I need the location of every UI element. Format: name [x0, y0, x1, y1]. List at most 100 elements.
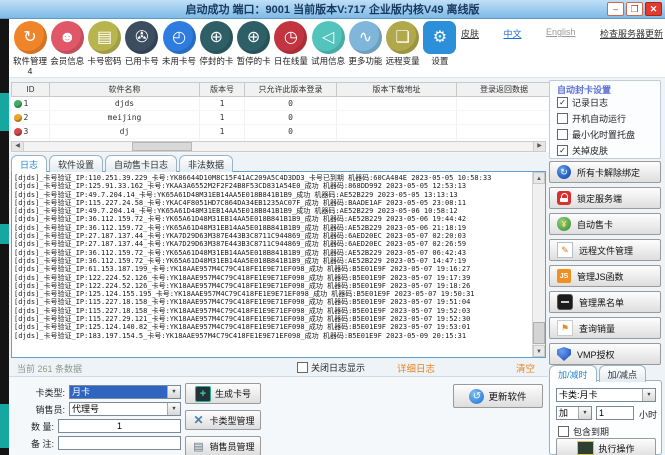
log-panel[interactable]: [djds]_卡号验证_IP:110.251.39.229_卡号:YK86644…	[11, 171, 546, 358]
scroll-up-icon[interactable]: ▲	[533, 172, 545, 184]
detail-log-link[interactable]: 详细日志	[397, 361, 435, 375]
toolbar-button-card-password[interactable]: ▤ 卡号密码	[87, 21, 123, 75]
remote-file-manage-button[interactable]: ✎ 远程文件管理	[549, 239, 661, 261]
col-version[interactable]: 版本号	[200, 83, 245, 97]
edge-accent	[0, 224, 9, 244]
table-row[interactable]: 2 meijing 1 0	[12, 111, 552, 125]
scrollbar-thumb[interactable]	[533, 322, 545, 344]
scroll-left-icon[interactable]: ◀	[12, 142, 24, 151]
table-row[interactable]: 3 dj 1 0	[12, 125, 552, 139]
checkbox-icon[interactable]	[297, 362, 308, 373]
button-label: 自动售卡	[577, 218, 613, 231]
checkbox-record-log[interactable]: ✓ 记录日志	[557, 96, 608, 109]
clear-log-link[interactable]: 清空	[516, 361, 535, 375]
remark-input[interactable]	[58, 436, 181, 450]
toolbar-button-remote-variables[interactable]: ❏ 远程变量	[385, 21, 421, 75]
chinese-link[interactable]: 中文	[503, 27, 521, 40]
table-row[interactable]: 1 djds 1 0	[12, 97, 552, 111]
scroll-right-icon[interactable]: ▶	[533, 142, 545, 151]
clock-icon: ◷	[274, 21, 307, 54]
scrollbar-thumb[interactable]	[132, 142, 192, 151]
toolbar-button-daily-online[interactable]: ◷ 日在线量	[273, 21, 309, 75]
group-title: 自动封卡设置	[557, 83, 611, 96]
table-horizontal-scrollbar[interactable]: ◀ ▶	[11, 141, 546, 152]
log-vertical-scrollbar[interactable]: ▲ ▼	[532, 172, 545, 357]
col-name[interactable]: 软件名称	[50, 83, 200, 97]
toolbar-button-member-info[interactable]: ☻ 会员信息	[49, 21, 85, 75]
button-label: 远程文件管理	[579, 244, 633, 257]
tab-illegal-data[interactable]: 非法数据	[179, 155, 233, 172]
adjust-card-type-select[interactable]: 卡类:月卡 ▼	[556, 388, 656, 402]
salesman-select[interactable]: 代理号 ▼	[69, 402, 181, 416]
tab-add-subtract-points[interactable]: 加/减点	[599, 365, 647, 382]
query-sales-button[interactable]: ⚑ 查询销量	[549, 317, 661, 339]
col-login-return[interactable]: 登录返回数据	[457, 83, 552, 97]
toolbar-badge: 4	[28, 67, 33, 75]
chevron-down-icon[interactable]: ▼	[642, 389, 655, 401]
selected-value: 代理号	[70, 403, 167, 415]
adjust-operation-select[interactable]: 加 ▼	[556, 406, 592, 420]
salesman-manage-button[interactable]: ▤ 销售员管理	[185, 436, 261, 455]
toolbar-label: 会员信息	[50, 55, 84, 67]
quantity-input[interactable]	[58, 419, 181, 433]
checkbox-icon[interactable]	[557, 129, 568, 140]
include-expired-checkbox[interactable]: 包含到期	[558, 425, 609, 438]
window-content: ↻ 软件管理 4 ☻ 会员信息 ▤ 卡号密码 ✇ 已用卡号 ◴	[9, 19, 665, 455]
lock-server-button[interactable]: 锁定服务端	[549, 187, 661, 209]
toolbar-button-more-features[interactable]: ∿ 更多功能	[347, 21, 383, 75]
english-link[interactable]: English	[546, 27, 576, 40]
minimize-button[interactable]: –	[607, 2, 624, 16]
checkbox-disable-skin[interactable]: ✓ 关掉皮肤	[557, 144, 608, 157]
auto-sell-card-button[interactable]: ¥ 自动售卡	[549, 213, 661, 235]
toolbar-button-used-cards[interactable]: ✇ 已用卡号	[124, 21, 160, 75]
check-update-link[interactable]: 检查服务器更新	[600, 27, 663, 40]
scroll-down-icon[interactable]: ▼	[533, 345, 545, 357]
col-only-version[interactable]: 只允许此版本登录	[245, 83, 337, 97]
selected-value: 月卡	[70, 386, 167, 398]
execute-operation-button[interactable]: 执行操作	[556, 438, 656, 455]
checkbox-autorun[interactable]: 开机自动运行	[557, 112, 626, 125]
update-software-button[interactable]: ↺ 更新软件	[453, 384, 543, 408]
checkbox-minimize-tray[interactable]: 最小化时置托盘	[557, 128, 635, 141]
checkbox-icon[interactable]: ✓	[557, 97, 568, 108]
chevron-down-icon[interactable]: ▼	[167, 403, 180, 415]
toolbar-button-software-manage[interactable]: ↻ 软件管理 4	[12, 21, 48, 75]
manage-blacklist-button[interactable]: 管理黑名单	[549, 291, 661, 313]
checkbox-label: 开机自动运行	[572, 112, 626, 125]
toolbar-button-paused-cards[interactable]: ⊕ 暂停的卡	[236, 21, 272, 75]
edge-accent	[0, 404, 9, 448]
tab-auto-sell-log[interactable]: 自动售卡日志	[105, 155, 177, 172]
toolbar-button-settings[interactable]: ⚙ 设置	[422, 21, 458, 75]
log-line: [djds]_卡号验证_IP:36.112.159.72_卡号:YK65A61D…	[14, 249, 530, 257]
checkbox-icon[interactable]	[557, 113, 568, 124]
col-id[interactable]: ID	[12, 83, 50, 97]
chevron-down-icon[interactable]: ▼	[167, 386, 180, 398]
adjust-amount-input[interactable]	[596, 406, 634, 420]
vmp-authorize-button[interactable]: VMP授权	[549, 343, 661, 365]
maximize-button[interactable]: ❐	[626, 2, 643, 16]
close-log-label: 关闭日志显示	[311, 361, 365, 374]
tab-add-subtract-time[interactable]: 加/减时	[549, 365, 597, 382]
sync-icon: ↻	[14, 21, 47, 54]
chart-icon: ∿	[349, 21, 382, 54]
col-download[interactable]: 版本下载地址	[337, 83, 457, 97]
paperclip-icon: ✇	[125, 21, 158, 54]
board-icon	[577, 441, 594, 455]
toolbar-button-trial-info[interactable]: ◁ 试用信息	[310, 21, 346, 75]
close-log-checkbox[interactable]: 关闭日志显示	[297, 361, 365, 374]
checkbox-icon[interactable]: ✓	[557, 145, 568, 156]
card-type-select[interactable]: 月卡 ▼	[69, 385, 181, 399]
chevron-down-icon[interactable]: ▼	[578, 407, 591, 419]
generate-card-button[interactable]: + 生成卡号	[185, 383, 261, 404]
unbind-all-cards-button[interactable]: ↻ 所有卡解除绑定	[549, 161, 661, 183]
card-type-manage-button[interactable]: ✕ 卡类型管理	[185, 410, 261, 430]
toolbar-button-banned-cards[interactable]: ⊕ 停封的卡	[198, 21, 234, 75]
skin-link[interactable]: 皮肤	[461, 27, 479, 40]
checkbox-icon[interactable]	[558, 426, 569, 437]
manage-js-functions-button[interactable]: JS 管理JS函数	[549, 265, 661, 287]
tab-log[interactable]: 日志	[11, 155, 47, 172]
close-button[interactable]: ✕	[645, 2, 662, 16]
remark-row: 备 注:	[21, 436, 181, 450]
tab-software-settings[interactable]: 软件设置	[49, 155, 103, 172]
toolbar-button-unused-cards[interactable]: ◴ 未用卡号	[161, 21, 197, 75]
